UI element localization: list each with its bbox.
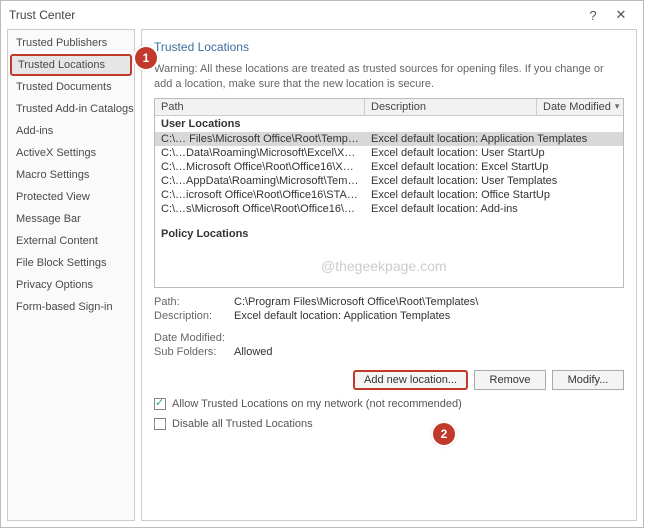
sidebar-item-file-block-settings[interactable]: File Block Settings — [8, 252, 134, 274]
sidebar-item-trusted-documents[interactable]: Trusted Documents — [8, 76, 134, 98]
cell-path: C:\…icrosoft Office\Root\Office16\STARTU… — [155, 189, 365, 201]
sidebar-item-trusted-addin-catalogs[interactable]: Trusted Add-in Catalogs — [8, 98, 134, 120]
table-row[interactable]: C:\…icrosoft Office\Root\Office16\STARTU… — [155, 188, 623, 202]
cell-path: C:\…AppData\Roaming\Microsoft\Templates\ — [155, 175, 365, 187]
table-row[interactable]: C:\…s\Microsoft Office\Root\Office16\Lib… — [155, 202, 623, 216]
table-row[interactable]: C:\…AppData\Roaming\Microsoft\Templates\… — [155, 174, 623, 188]
sidebar-item-protected-view[interactable]: Protected View — [8, 186, 134, 208]
cell-desc: Excel default location: User StartUp — [365, 147, 623, 159]
cell-desc: Excel default location: Application Temp… — [365, 133, 623, 145]
detail-desc-value: Excel default location: Application Temp… — [234, 310, 624, 322]
trust-center-dialog: Trust Center ? ✕ Trusted Publishers Trus… — [0, 0, 644, 528]
titlebar: Trust Center ? ✕ — [1, 1, 643, 29]
sidebar-item-addins[interactable]: Add-ins — [8, 120, 134, 142]
sidebar: Trusted Publishers Trusted Locations Tru… — [7, 29, 135, 521]
warning-text: Warning: All these locations are treated… — [154, 62, 624, 92]
table-row[interactable]: C:\…Microsoft Office\Root\Office16\XLSTA… — [155, 160, 623, 174]
group-policy-locations: Policy Locations — [155, 226, 623, 242]
cell-path: C:\…Data\Roaming\Microsoft\Excel\XLSTART… — [155, 147, 365, 159]
detail-subfolders-label: Sub Folders: — [154, 346, 234, 358]
table-row[interactable]: C:\…Data\Roaming\Microsoft\Excel\XLSTART… — [155, 146, 623, 160]
locations-table: Path Description Date Modified User Loca… — [154, 98, 624, 288]
sidebar-item-macro-settings[interactable]: Macro Settings — [8, 164, 134, 186]
disable-all-checkbox[interactable] — [154, 418, 166, 430]
sidebar-item-form-based-signin[interactable]: Form-based Sign-in — [8, 296, 134, 318]
col-description[interactable]: Description — [365, 99, 537, 115]
modify-button[interactable]: Modify... — [552, 370, 624, 390]
col-date-modified[interactable]: Date Modified — [537, 99, 623, 115]
table-header: Path Description Date Modified — [155, 99, 623, 116]
close-button[interactable]: ✕ — [607, 7, 635, 23]
disable-all-label: Disable all Trusted Locations — [172, 418, 313, 430]
button-row: Add new location... Remove Modify... — [154, 370, 624, 390]
cell-desc: Excel default location: Office StartUp — [365, 189, 623, 201]
cell-desc: Excel default location: User Templates — [365, 175, 623, 187]
sidebar-item-message-bar[interactable]: Message Bar — [8, 208, 134, 230]
cell-path: C:\…Microsoft Office\Root\Office16\XLSTA… — [155, 161, 365, 173]
detail-date-label: Date Modified: — [154, 332, 234, 344]
sidebar-item-trusted-publishers[interactable]: Trusted Publishers — [8, 32, 134, 54]
group-user-locations: User Locations — [155, 116, 623, 132]
col-date-label: Date Modified — [543, 101, 611, 113]
allow-network-label: Allow Trusted Locations on my network (n… — [172, 398, 462, 410]
allow-network-row[interactable]: Allow Trusted Locations on my network (n… — [154, 398, 624, 410]
add-new-location-button[interactable]: Add new location... — [353, 370, 468, 390]
remove-button[interactable]: Remove — [474, 370, 546, 390]
section-title: Trusted Locations — [154, 40, 624, 54]
detail-subfolders-value: Allowed — [234, 346, 624, 358]
table-row[interactable]: C:\… Files\Microsoft Office\Root\Templat… — [155, 132, 623, 146]
detail-path-label: Path: — [154, 296, 234, 308]
allow-network-checkbox[interactable] — [154, 398, 166, 410]
detail-date-value — [234, 332, 624, 344]
sidebar-item-activex-settings[interactable]: ActiveX Settings — [8, 142, 134, 164]
disable-all-row[interactable]: Disable all Trusted Locations — [154, 418, 624, 430]
sidebar-item-trusted-locations[interactable]: Trusted Locations — [10, 54, 132, 76]
cell-path: C:\…s\Microsoft Office\Root\Office16\Lib… — [155, 203, 365, 215]
content-pane: Trusted Locations Warning: All these loc… — [141, 29, 637, 521]
details-pane: Path: C:\Program Files\Microsoft Office\… — [154, 296, 624, 360]
cell-desc: Excel default location: Excel StartUp — [365, 161, 623, 173]
dialog-title: Trust Center — [9, 8, 75, 22]
col-path[interactable]: Path — [155, 99, 365, 115]
help-button[interactable]: ? — [579, 8, 607, 23]
sidebar-item-external-content[interactable]: External Content — [8, 230, 134, 252]
sidebar-item-privacy-options[interactable]: Privacy Options — [8, 274, 134, 296]
cell-desc: Excel default location: Add-ins — [365, 203, 623, 215]
detail-desc-label: Description: — [154, 310, 234, 322]
cell-path: C:\… Files\Microsoft Office\Root\Templat… — [155, 133, 365, 145]
detail-path-value: C:\Program Files\Microsoft Office\Root\T… — [234, 296, 624, 308]
